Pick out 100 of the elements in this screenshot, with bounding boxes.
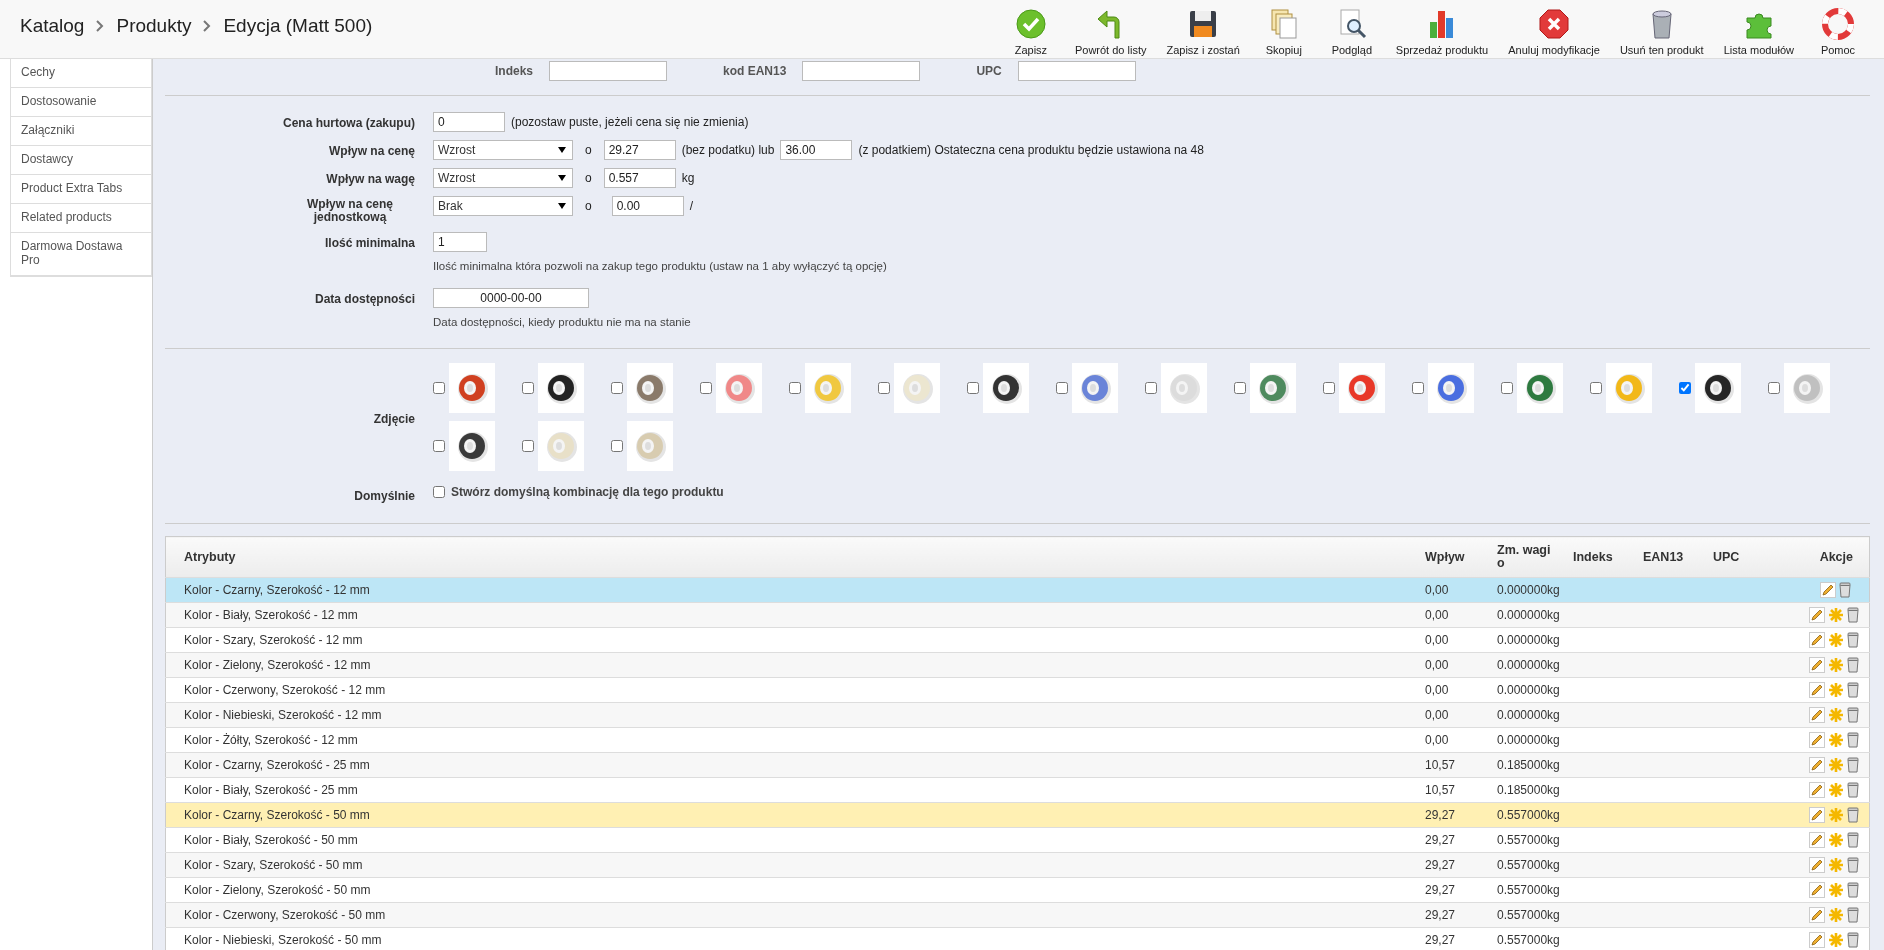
checkbox[interactable] xyxy=(789,382,801,395)
checkbox[interactable] xyxy=(1501,382,1513,395)
sidebar-item[interactable]: Darmowa Dostawa Pro xyxy=(11,233,151,276)
checkbox[interactable] xyxy=(1323,382,1335,395)
checkbox[interactable] xyxy=(522,382,534,395)
breadcrumb-link[interactable]: Katalog xyxy=(20,15,85,37)
input-field[interactable] xyxy=(802,61,921,81)
table-cell: Kolor - Zielony, Szerokość - 12 mm xyxy=(165,652,1419,678)
checkbox[interactable] xyxy=(433,440,445,453)
pencil-icon[interactable] xyxy=(1820,582,1836,599)
sidebar-item[interactable]: Product Extra Tabs xyxy=(11,175,151,204)
checkbox[interactable] xyxy=(522,440,534,453)
input-field[interactable] xyxy=(1017,61,1136,81)
table-row[interactable]: Kolor - Niebieski, Szerokość - 50 mm 29,27 0.557000kg xyxy=(165,927,1870,950)
trash-icon[interactable] xyxy=(1847,707,1859,724)
pencil-icon[interactable] xyxy=(1809,782,1825,799)
toolbar-button[interactable]: Skopiuj xyxy=(1253,0,1314,56)
table-cell: Kolor - Niebieski, Szerokość - 12 mm xyxy=(165,702,1419,728)
checkbox[interactable] xyxy=(1234,382,1246,395)
table-cell: 0.000000kg xyxy=(1491,652,1567,678)
table-row[interactable]: Kolor - Niebieski, Szerokość - 12 mm 0,00 0.000000kg xyxy=(165,702,1870,728)
toolbar-button[interactable]: Sprzedaż produktu xyxy=(1389,0,1495,56)
toolbar-button[interactable]: Lista modułów xyxy=(1717,0,1800,56)
input-field[interactable]: 1 xyxy=(433,232,487,253)
input-field[interactable]: 0.557 xyxy=(603,168,676,188)
table-row[interactable]: Kolor - Czarny, Szerokość - 12 mm 0,00 0.000000kg xyxy=(165,577,1870,603)
pencil-icon[interactable] xyxy=(1809,907,1825,924)
trash-icon[interactable] xyxy=(1847,832,1859,849)
table-row[interactable]: Kolor - Czerwony, Szerokość - 50 mm 29,27 0.557000kg xyxy=(165,902,1870,928)
toolbar-button[interactable]: Anuluj modyfikacje xyxy=(1502,0,1606,56)
table-row[interactable]: Kolor - Czarny, Szerokość - 50 mm 29,27 0.557000kg xyxy=(165,802,1870,828)
table-cell: 29,27 xyxy=(1419,802,1491,828)
checkbox[interactable] xyxy=(700,382,712,395)
input-field[interactable]: 36.00 xyxy=(780,140,853,160)
pencil-icon[interactable] xyxy=(1809,857,1825,874)
toolbar-button[interactable]: Pomoc xyxy=(1808,0,1868,56)
trash-icon[interactable] xyxy=(1847,857,1859,874)
pencil-icon[interactable] xyxy=(1809,882,1825,899)
pencil-icon[interactable] xyxy=(1809,832,1825,849)
sidebar-item[interactable]: Dostosowanie xyxy=(11,88,151,117)
pencil-icon[interactable] xyxy=(1809,757,1825,774)
trash-icon[interactable] xyxy=(1847,807,1859,824)
table-row[interactable]: Kolor - Czarny, Szerokość - 25 mm 10,57 0.185000kg xyxy=(165,752,1870,778)
sidebar-item[interactable]: Related products xyxy=(11,204,151,233)
trash-icon[interactable] xyxy=(1847,882,1859,899)
table-row[interactable]: Kolor - Szary, Szerokość - 50 mm 29,27 0.557000kg xyxy=(165,852,1870,878)
dropdown[interactable]: Wzrost xyxy=(433,140,573,160)
input-field[interactable] xyxy=(549,61,667,81)
trash-icon[interactable] xyxy=(1847,607,1859,624)
dropdown[interactable]: Brak xyxy=(433,196,573,216)
trash-icon[interactable] xyxy=(1847,657,1859,674)
checkbox[interactable] xyxy=(433,382,445,395)
trash-icon[interactable] xyxy=(1847,932,1859,949)
pencil-icon[interactable] xyxy=(1809,682,1825,699)
field-label: Wpływ na wagę xyxy=(325,171,415,186)
checkbox[interactable] xyxy=(611,440,623,453)
pencil-icon[interactable] xyxy=(1809,932,1825,949)
checkbox[interactable] xyxy=(1768,382,1780,395)
toolbar-button[interactable]: Podgląd xyxy=(1321,0,1382,56)
checkbox[interactable] xyxy=(433,486,445,499)
pencil-icon[interactable] xyxy=(1809,707,1825,724)
toolbar-button[interactable]: Powrót do listy xyxy=(1068,0,1153,56)
trash-icon[interactable] xyxy=(1847,782,1859,799)
sidebar-item[interactable]: Cechy xyxy=(11,59,151,88)
checkbox[interactable] xyxy=(967,382,979,395)
pencil-icon[interactable] xyxy=(1809,632,1825,649)
toolbar-button[interactable]: Usuń ten produkt xyxy=(1613,0,1710,56)
operator-text: o xyxy=(585,199,592,213)
pencil-icon[interactable] xyxy=(1809,657,1825,674)
pencil-icon[interactable] xyxy=(1809,807,1825,824)
table-row[interactable]: Kolor - Zielony, Szerokość - 12 mm 0,00 0.000000kg xyxy=(165,652,1870,678)
checkbox[interactable] xyxy=(1590,382,1602,395)
table-cell: 0,00 xyxy=(1419,702,1491,728)
column-header: Indeks xyxy=(1567,536,1637,578)
checkbox[interactable] xyxy=(878,382,890,395)
trash-icon[interactable] xyxy=(1847,682,1859,699)
trash-icon[interactable] xyxy=(1847,907,1859,924)
trash-icon[interactable] xyxy=(1847,732,1859,749)
trash-icon[interactable] xyxy=(1847,632,1859,649)
table-row[interactable]: Kolor - Biały, Szerokość - 12 mm 0,00 0.000000kg xyxy=(165,602,1870,628)
sidebar-item[interactable]: Dostawcy xyxy=(11,146,151,175)
dropdown[interactable]: Wzrost xyxy=(433,168,573,188)
checkbox[interactable] xyxy=(1679,382,1691,395)
toolbar-button[interactable]: Zapisz i zostań xyxy=(1160,0,1246,56)
input-field[interactable]: 0 xyxy=(433,112,505,132)
trash-icon[interactable] xyxy=(1847,757,1859,774)
pencil-icon[interactable] xyxy=(1809,732,1825,749)
checkbox[interactable] xyxy=(611,382,623,395)
checkbox[interactable] xyxy=(1056,382,1068,395)
trash-icon[interactable] xyxy=(1839,582,1851,599)
date-field[interactable]: 0000-00-00 xyxy=(433,288,589,309)
input-field[interactable]: 29.27 xyxy=(603,140,676,160)
checkbox[interactable] xyxy=(1412,382,1424,395)
pencil-icon[interactable] xyxy=(1809,607,1825,624)
breadcrumb-link[interactable]: Produkty xyxy=(116,15,192,37)
input-field[interactable]: 0.00 xyxy=(611,196,684,216)
checkbox[interactable] xyxy=(1145,382,1157,395)
toolbar-button[interactable]: Zapisz xyxy=(1000,0,1061,56)
field-label: Indeks xyxy=(495,64,533,78)
sidebar-item[interactable]: Załączniki xyxy=(11,117,151,146)
